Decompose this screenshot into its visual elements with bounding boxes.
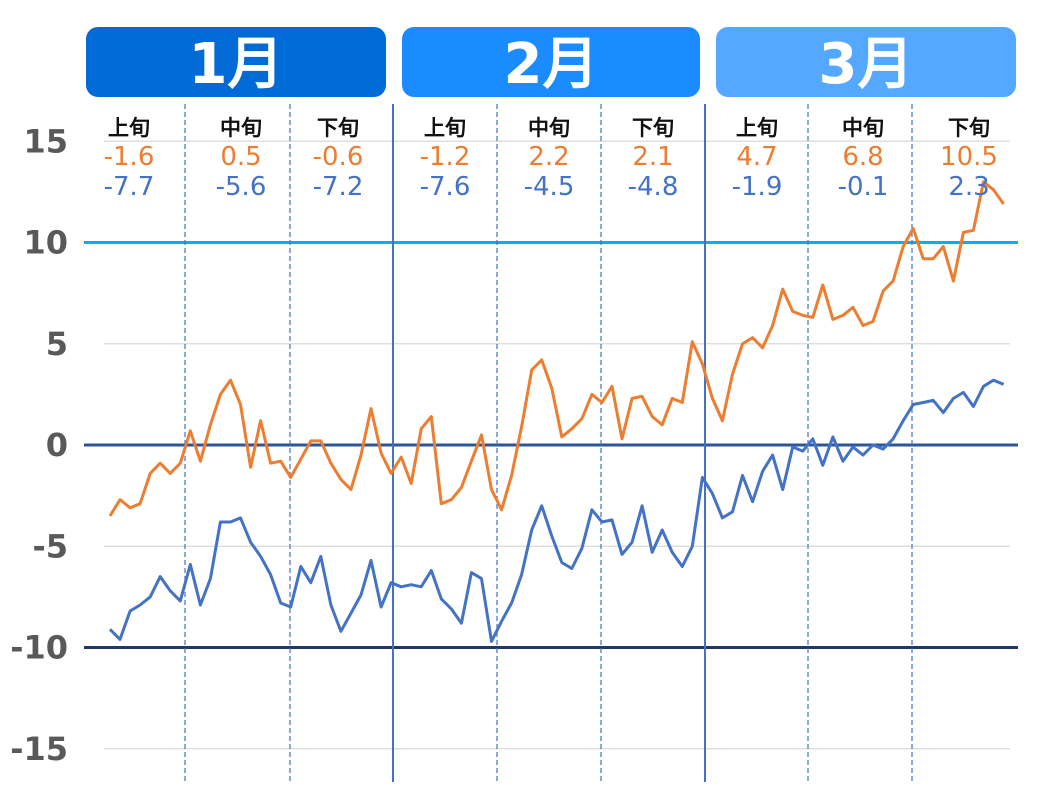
dekad-label: 下旬 [632,116,674,140]
dekad-max-value: -1.6 [104,142,155,172]
dekad-label: 上旬 [108,116,150,140]
dekad-max-value: 0.5 [220,142,261,172]
y-tick-label: 0 [46,426,68,464]
dekad-max-value: 6.8 [842,142,883,172]
dekad-labels: 上旬-1.6-7.7中旬0.5-5.6下旬-0.6-7.2上旬-1.2-7.6中… [104,116,998,202]
month-header-label: 3月 [819,32,914,97]
month-header-label: 1月 [189,32,284,97]
temperature-chart: 151050-5-10-15 1月 2月 3月 上旬-1.6-7.7中旬0.5-5.… [10,27,1018,782]
series-lines [108,180,1005,643]
y-tick-label: 15 [23,122,68,160]
dekad-max-value: 2.1 [632,142,673,172]
y-tick-label: -15 [10,730,68,768]
dekad-label: 中旬 [220,116,262,140]
dekad-max-value: -0.6 [313,142,364,172]
dekad-max-value: 10.5 [940,142,998,172]
period-dividers [184,104,913,782]
dekad-min-value: -7.2 [313,172,364,202]
y-tick-label: 5 [46,325,68,363]
dekad-label: 上旬 [736,116,778,140]
dekad-label: 中旬 [842,116,884,140]
dekad-label: 下旬 [317,116,359,140]
dekad-min-value: -7.6 [420,172,471,202]
dekad-label: 下旬 [948,116,990,140]
dekad-label: 上旬 [424,116,466,140]
y-tick-label: 10 [23,224,68,262]
dekad-min-value: -4.5 [524,172,575,202]
dekad-max-value: -1.2 [420,142,471,172]
dekad-min-value: 2.3 [948,172,989,202]
dekad-min-value: -5.6 [216,172,267,202]
dekad-max-value: 2.2 [528,142,569,172]
month-header-label: 2月 [504,32,599,97]
dekad-label: 中旬 [528,116,570,140]
dekad-min-value: -0.1 [838,172,889,202]
y-tick-label: -10 [10,629,68,667]
dekad-min-value: -4.8 [628,172,679,202]
month-headers: 1月 2月 3月 [86,27,1016,97]
max-temp-line [108,180,1005,517]
dekad-max-value: 4.7 [736,142,777,172]
dekad-min-value: -7.7 [104,172,155,202]
dekad-min-value: -1.9 [732,172,783,202]
y-axis-ticks: 15 10 5 0 -5 -10 -15 [10,122,68,768]
y-tick-label: -5 [32,527,68,565]
